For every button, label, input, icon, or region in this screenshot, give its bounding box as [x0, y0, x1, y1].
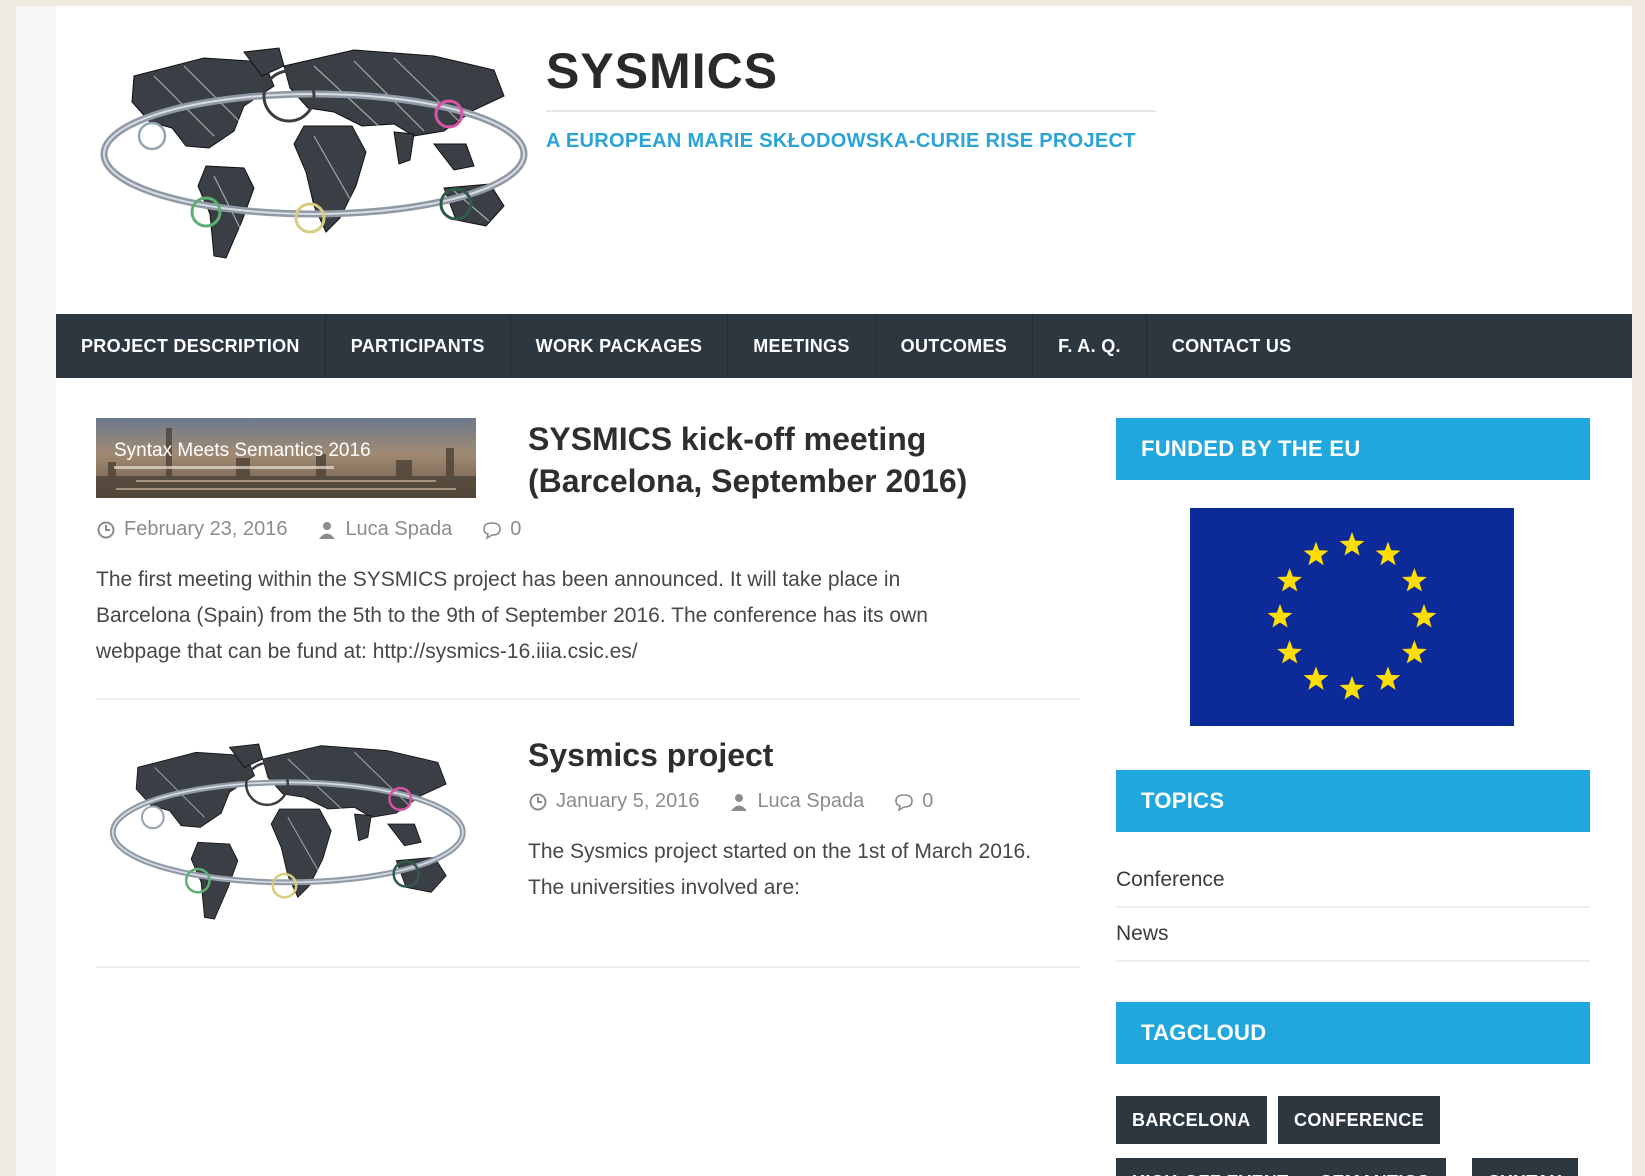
excerpt-line: Barcelona (Spain) from the 5th to the 9t…: [96, 604, 928, 627]
post-thumbnail[interactable]: Syntax Meets Semantics 2016: [96, 418, 476, 498]
topic-link-news[interactable]: News: [1116, 922, 1590, 962]
comment-icon: [895, 793, 914, 812]
site-container: SYSMICS A EUROPEAN MARIE SKŁODOWSKA-CURI…: [56, 6, 1632, 1176]
clock-icon: [529, 793, 547, 810]
nav-project-description[interactable]: PROJECT DESCRIPTION: [56, 314, 326, 378]
main-navigation: PROJECT DESCRIPTION PARTICIPANTS WORK PA…: [56, 314, 1632, 378]
site-logo[interactable]: [94, 36, 544, 276]
nav-contact-us[interactable]: CONTACT US: [1147, 314, 1317, 378]
nav-work-packages[interactable]: WORK PACKAGES: [511, 314, 729, 378]
site-tagline: A EUROPEAN MARIE SKŁODOWSKA-CURIE RISE P…: [546, 130, 1136, 152]
post-title-sysmics-project[interactable]: Sysmics project: [528, 734, 773, 776]
post-title-line1[interactable]: SYSMICS kick-off meeting: [528, 418, 967, 460]
nav-outcomes[interactable]: OUTCOMES: [876, 314, 1034, 378]
tag-syntax[interactable]: SYNTAX: [1472, 1158, 1579, 1176]
conference-photo-thumbnail: Syntax Meets Semantics 2016: [96, 418, 476, 498]
nav-participants[interactable]: PARTICIPANTS: [326, 314, 511, 378]
tag-barcelona[interactable]: BARCELONA: [1116, 1096, 1267, 1144]
tag-kick-off-event[interactable]: KICK-OFF EVENT: [1116, 1158, 1305, 1176]
user-icon: [731, 793, 748, 811]
post-author[interactable]: Luca Spada: [757, 790, 864, 813]
excerpt-line: The universities involved are:: [528, 876, 800, 899]
post-date[interactable]: January 5, 2016: [556, 790, 699, 813]
site-title[interactable]: SYSMICS: [546, 42, 778, 100]
tag-conference[interactable]: CONFERENCE: [1278, 1096, 1441, 1144]
post-divider: [96, 966, 1080, 968]
world-map-logo-icon: [100, 47, 528, 259]
topic-link-conference[interactable]: Conference: [1116, 868, 1590, 908]
post-title-line2[interactable]: (Barcelona, September 2016): [528, 460, 967, 502]
widget-title-tagcloud: TAGCLOUD: [1116, 1002, 1590, 1064]
post-date[interactable]: February 23, 2016: [124, 518, 287, 541]
post-author[interactable]: Luca Spada: [345, 518, 452, 541]
post-excerpt: The Sysmics project started on the 1st o…: [528, 834, 1031, 906]
clock-icon: [97, 521, 115, 538]
nav-meetings[interactable]: MEETINGS: [728, 314, 876, 378]
post-title-kickoff[interactable]: SYSMICS kick-off meeting (Barcelona, Sep…: [528, 418, 967, 502]
post-thumbnail[interactable]: [102, 734, 482, 934]
eu-flag[interactable]: [1190, 508, 1514, 726]
page-edge: [0, 0, 16, 1176]
user-icon: [319, 521, 336, 539]
post-divider: [96, 698, 1080, 700]
post-comment-count[interactable]: 0: [510, 518, 521, 541]
excerpt-line: The Sysmics project started on the 1st o…: [528, 840, 1032, 863]
page-background: SYSMICS A EUROPEAN MARIE SKŁODOWSKA-CURI…: [16, 6, 1632, 1176]
title-divider: [546, 110, 1156, 112]
world-map-thumbnail-icon: [109, 743, 466, 920]
widget-title-topics: TOPICS: [1116, 770, 1590, 832]
post-meta: February 23, 2016 Luca Spada 0: [96, 518, 521, 541]
post-comment-count[interactable]: 0: [922, 790, 933, 813]
tag-semantics[interactable]: SEMANTICS: [1304, 1158, 1446, 1176]
thumbnail-caption: Syntax Meets Semantics 2016: [114, 440, 371, 461]
excerpt-line: webpage that can be fund at: http://sysm…: [96, 640, 638, 663]
nav-faq[interactable]: F. A. Q.: [1033, 314, 1147, 378]
excerpt-line: The first meeting within the SYSMICS pro…: [96, 568, 901, 591]
eu-flag-icon: [1190, 508, 1514, 726]
widget-title-funded: FUNDED BY THE EU: [1116, 418, 1590, 480]
post-meta: January 5, 2016 Luca Spada 0: [528, 790, 933, 813]
post-excerpt: The first meeting within the SYSMICS pro…: [96, 562, 928, 670]
comment-icon: [483, 521, 502, 540]
